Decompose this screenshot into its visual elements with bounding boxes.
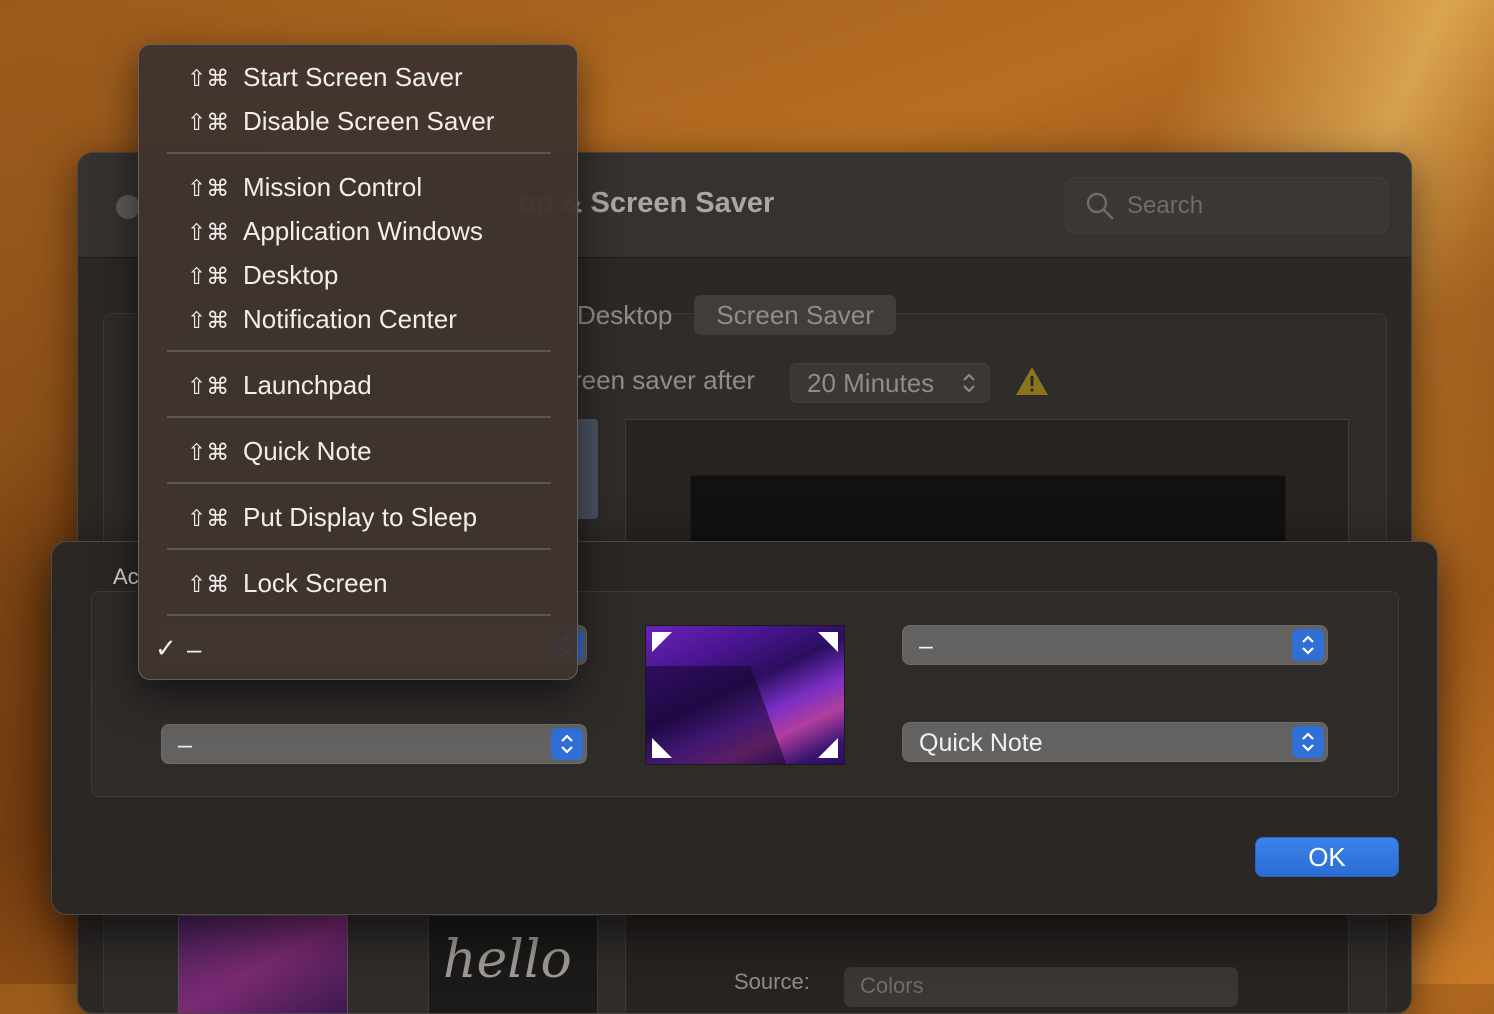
warning-icon[interactable] <box>1014 365 1050 397</box>
bottom-left-corner-stepper[interactable] <box>551 728 583 760</box>
start-after-label: reen saver after <box>573 365 756 395</box>
start-after-select[interactable]: 20 Minutes <box>790 363 990 403</box>
shortcut-keys: ⇧⌘ <box>187 374 230 400</box>
corner-arrow-bottom-right-icon <box>818 738 838 758</box>
screen-saver-thumbnail-hello[interactable]: hello <box>428 915 598 1013</box>
shortcut-keys: ⇧⌘ <box>187 176 230 202</box>
shortcut-keys: ⇧⌘ <box>187 440 230 466</box>
menu-item-label: Launchpad <box>243 370 372 400</box>
menu-item-label: Notification Center <box>243 304 457 334</box>
source-select[interactable]: Colors <box>844 967 1238 1007</box>
tab-bar: Desktop Screen Saver <box>555 295 896 335</box>
menu-item-label: Application Windows <box>243 216 483 246</box>
chevron-updown-icon <box>963 373 975 393</box>
shortcut-keys: ⇧⌘ <box>187 220 230 246</box>
menu-separator <box>167 548 551 550</box>
hot-corners-preview-image <box>645 625 845 765</box>
source-value: Colors <box>860 973 924 998</box>
bottom-right-corner-select[interactable]: Quick Note <box>902 722 1328 762</box>
menu-item-put-display-to-sleep[interactable]: ⇧⌘ Put Display to Sleep <box>187 497 477 537</box>
tab-screen-saver[interactable]: Screen Saver <box>694 295 896 335</box>
chevron-updown-icon <box>1302 732 1314 752</box>
menu-item-label: Put Display to Sleep <box>243 502 478 532</box>
chevron-updown-icon <box>561 734 573 754</box>
menu-separator <box>167 482 551 484</box>
menu-item-label: Lock Screen <box>243 568 388 598</box>
chevron-updown-icon <box>1302 635 1314 655</box>
hello-text: hello <box>443 930 572 990</box>
menu-separator <box>167 614 551 616</box>
start-after-value: 20 Minutes <box>807 368 935 398</box>
menu-item-notification-center[interactable]: ⇧⌘ Notification Center <box>187 299 457 339</box>
shortcut-keys: ⇧⌘ <box>187 308 230 334</box>
top-right-corner-select[interactable]: – <box>902 625 1328 665</box>
shortcut-keys: ⇧⌘ <box>187 66 230 92</box>
menu-item-lock-screen[interactable]: ⇧⌘ Lock Screen <box>187 563 388 603</box>
menu-separator <box>167 152 551 154</box>
window-close-button[interactable] <box>116 195 140 219</box>
menu-separator <box>167 416 551 418</box>
shortcut-keys: ⇧⌘ <box>187 572 230 598</box>
menu-item-desktop[interactable]: ⇧⌘ Desktop <box>187 255 338 295</box>
shortcut-keys: ⇧⌘ <box>187 506 230 532</box>
search-field[interactable]: Search <box>1065 177 1389 234</box>
menu-item-application-windows[interactable]: ⇧⌘ Application Windows <box>187 211 483 251</box>
search-placeholder: Search <box>1127 192 1204 219</box>
search-icon <box>1086 192 1114 220</box>
bottom-left-corner-value: – <box>178 731 192 759</box>
top-right-corner-stepper[interactable] <box>1292 629 1324 661</box>
corner-arrow-top-left-icon <box>652 632 672 652</box>
shortcut-keys: ⇧⌘ <box>187 110 230 136</box>
menu-item-label: Mission Control <box>243 172 423 202</box>
menu-item-label: Start Screen Saver <box>243 62 463 92</box>
hot-corner-action-menu: ⇧⌘ Start Screen Saver ⇧⌘ Disable Screen Sa… <box>138 44 578 680</box>
top-right-corner-value: – <box>919 632 933 660</box>
menu-item-start-screen-saver[interactable]: ⇧⌘ Start Screen Saver <box>187 57 463 97</box>
menu-item-quick-note[interactable]: ⇧⌘ Quick Note <box>187 431 372 471</box>
shortcut-keys: ⇧⌘ <box>187 264 230 290</box>
sheet-label: Ac <box>113 564 139 589</box>
corner-arrow-top-right-icon <box>818 632 838 652</box>
corner-arrow-bottom-left-icon <box>652 738 672 758</box>
menu-item-none[interactable]: – <box>187 629 201 669</box>
menu-item-label: Quick Note <box>243 436 372 466</box>
menu-item-label: Desktop <box>243 260 339 290</box>
menu-item-mission-control[interactable]: ⇧⌘ Mission Control <box>187 167 422 207</box>
bottom-right-corner-stepper[interactable] <box>1292 726 1324 758</box>
checkmark-icon: ✓ <box>155 634 177 664</box>
screen-saver-thumbnail-monterey[interactable] <box>178 915 348 1013</box>
menu-item-label: Disable Screen Saver <box>243 106 495 136</box>
source-label: Source: <box>734 969 810 994</box>
menu-item-disable-screen-saver[interactable]: ⇧⌘ Disable Screen Saver <box>187 101 494 141</box>
ok-button[interactable]: OK <box>1255 837 1399 877</box>
menu-item-launchpad[interactable]: ⇧⌘ Launchpad <box>187 365 372 405</box>
bottom-left-corner-select[interactable]: – <box>161 724 587 764</box>
menu-separator <box>167 350 551 352</box>
bottom-right-corner-value: Quick Note <box>919 729 1043 757</box>
